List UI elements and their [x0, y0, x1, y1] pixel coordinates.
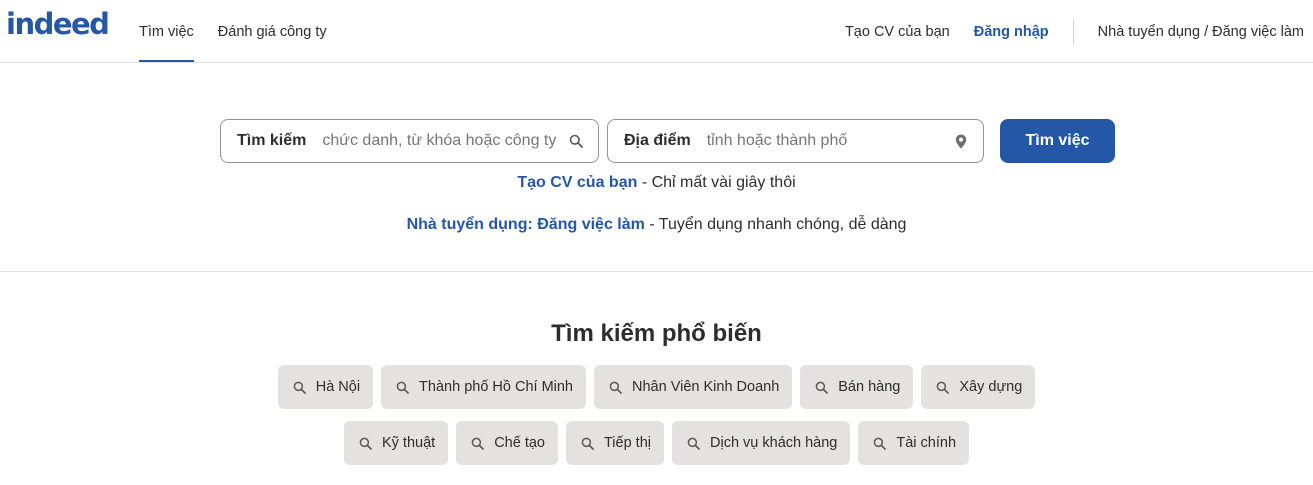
what-input[interactable]: [322, 132, 568, 150]
search-icon: [359, 437, 372, 450]
popular-searches-row-2: Kỹ thuật Chế tạo Tiếp thị Dịch vụ khách …: [0, 421, 1313, 465]
location-pin-icon: [953, 133, 969, 149]
cv-promo-text: - Chỉ mất vài giây thôi: [637, 174, 796, 191]
top-header: indeed Tìm việc Đánh giá công ty Tạo CV …: [0, 0, 1313, 63]
popular-search-chip[interactable]: Bán hàng: [800, 365, 914, 409]
nav-company-reviews[interactable]: Đánh giá công ty: [218, 0, 327, 63]
popular-search-chip[interactable]: Chế tạo: [456, 421, 558, 465]
chip-label: Thành phố Hồ Chí Minh: [419, 379, 573, 395]
nav-find-jobs[interactable]: Tìm việc: [139, 0, 194, 63]
popular-search-chip[interactable]: Tài chính: [858, 421, 970, 465]
popular-search-chip[interactable]: Tiếp thị: [565, 421, 664, 465]
popular-search-chip[interactable]: Nhân Viên Kinh Doanh: [594, 365, 793, 409]
cv-promo: Tạo CV của bạn - Chỉ mất vài giây thôi: [0, 174, 1313, 192]
popular-search-chip[interactable]: Xây dựng: [921, 365, 1036, 409]
indeed-logo[interactable]: indeed: [6, 6, 110, 42]
where-label: Địa điểm: [624, 132, 691, 149]
search-icon: [936, 381, 950, 394]
login-link[interactable]: Đăng nhập: [974, 24, 1049, 40]
chip-label: Hà Nội: [315, 379, 361, 395]
chip-label: Chế tạo: [494, 435, 545, 451]
popular-search-chip[interactable]: Hà Nội: [277, 365, 374, 409]
search-icon: [568, 133, 584, 149]
create-cv-promo-link[interactable]: Tạo CV của bạn: [517, 174, 637, 191]
search-icon: [293, 381, 306, 394]
what-search-field[interactable]: Tìm kiếm: [220, 119, 599, 163]
primary-nav: Tìm việc Đánh giá công ty: [139, 0, 351, 63]
nav-divider: [1072, 19, 1074, 44]
find-jobs-button[interactable]: Tìm việc: [1000, 119, 1115, 163]
search-icon: [396, 381, 409, 394]
chip-label: Tiếp thị: [603, 435, 651, 451]
employer-promo: Nhà tuyển dụng: Đăng việc làm - Tuyển dụ…: [0, 216, 1313, 234]
secondary-nav: Tạo CV của bạn Đăng nhập Nhà tuyển dụng …: [845, 0, 1304, 63]
where-search-field[interactable]: Địa điểm: [607, 119, 984, 163]
popular-search-chip[interactable]: Kỹ thuật: [343, 421, 449, 465]
chip-label: Bán hàng: [838, 379, 901, 395]
employer-promo-link[interactable]: Nhà tuyển dụng: Đăng việc làm: [407, 216, 645, 233]
popular-searches-row-1: Hà Nội Thành phố Hồ Chí Minh Nhân Viên K…: [0, 365, 1313, 409]
popular-searches-title: Tìm kiếm phổ biến: [551, 320, 762, 347]
chip-label: Tài chính: [896, 435, 957, 451]
create-cv-link[interactable]: Tạo CV của bạn: [845, 24, 950, 40]
search-icon: [815, 381, 829, 394]
chip-label: Dịch vụ khách hàng: [710, 435, 838, 451]
where-input[interactable]: [706, 132, 953, 150]
popular-search-chip[interactable]: Thành phố Hồ Chí Minh: [381, 365, 586, 409]
employer-post-job-link[interactable]: Nhà tuyển dụng / Đăng việc làm: [1098, 24, 1304, 40]
section-divider: [0, 271, 1313, 272]
chip-label: Xây dựng: [959, 379, 1023, 395]
employer-promo-text: - Tuyển dụng nhanh chóng, dễ dàng: [644, 216, 907, 233]
chip-label: Kỹ thuật: [381, 435, 436, 451]
popular-search-chip[interactable]: Dịch vụ khách hàng: [672, 421, 851, 465]
search-icon: [471, 437, 485, 450]
search-icon: [687, 437, 700, 450]
search-icon: [581, 437, 594, 450]
what-label: Tìm kiếm: [237, 132, 307, 149]
search-icon: [609, 381, 622, 394]
chip-label: Nhân Viên Kinh Doanh: [632, 379, 780, 395]
search-icon: [873, 437, 887, 450]
logo-wordmark: indeed: [6, 7, 110, 41]
